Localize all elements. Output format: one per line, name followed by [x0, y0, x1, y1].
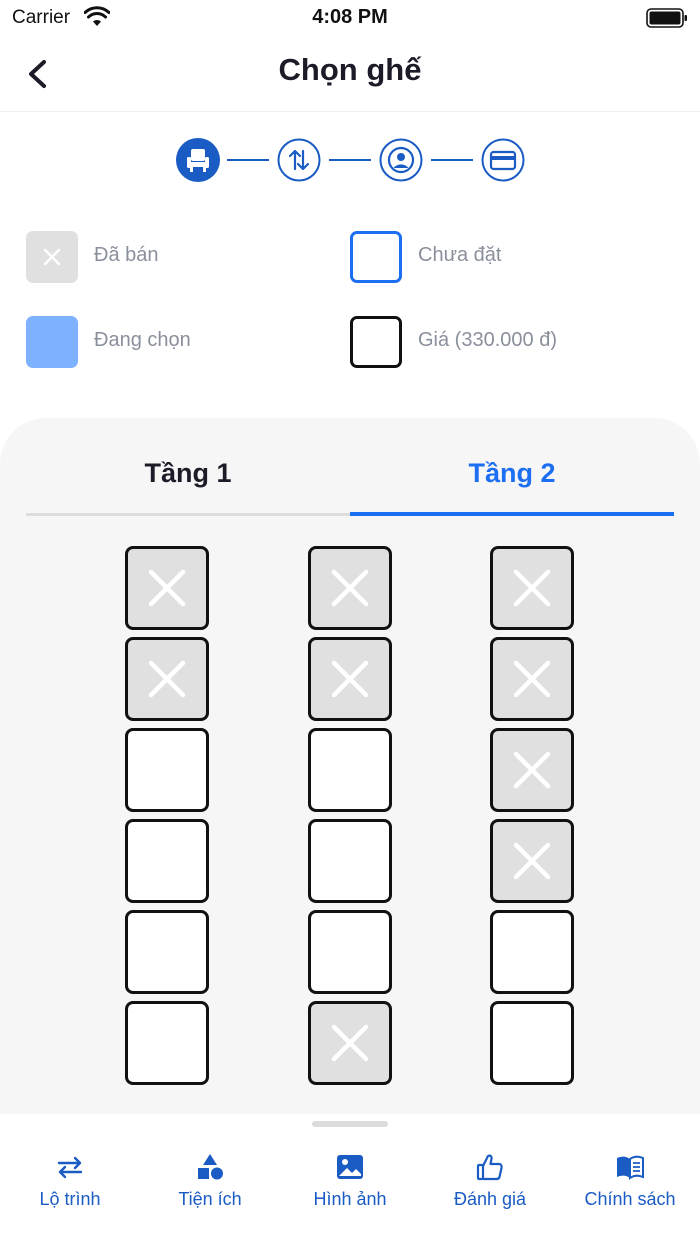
- seat-sold: [490, 546, 574, 630]
- nav-item-route[interactable]: Lộ trình: [0, 1140, 140, 1230]
- seat-sold: [308, 546, 392, 630]
- nav-label: Chính sách: [584, 1189, 676, 1209]
- shapes-icon: [198, 1154, 223, 1180]
- seat-available[interactable]: [125, 819, 209, 903]
- page-title: Chọn ghế: [278, 52, 422, 87]
- status-bar: Carrier 4:08 PM: [0, 0, 700, 36]
- seat-available[interactable]: [308, 819, 392, 903]
- seat-available[interactable]: [125, 728, 209, 812]
- legend-selecting-label: Đang chọn: [94, 329, 191, 351]
- legend-sold-label: Đã bán: [94, 244, 159, 266]
- seat-sold: [125, 637, 209, 721]
- thumbs-up-icon: [476, 1154, 503, 1181]
- seat-sold: [490, 819, 574, 903]
- nav-header: Chọn ghế: [0, 40, 700, 112]
- bottom-nav: Lộ trình Tiện ích Hình ảnh Đánh giá Chín…: [0, 1140, 700, 1244]
- tab-floor-2[interactable]: Tầng 2: [350, 458, 674, 489]
- x-mark-icon: [513, 660, 551, 698]
- stepper-connector: [329, 159, 371, 161]
- tab-active-indicator: [350, 512, 674, 516]
- nav-label: Hình ảnh: [313, 1189, 387, 1209]
- seat-sold: [490, 728, 574, 812]
- status-time: 4:08 PM: [312, 6, 388, 28]
- seat-available[interactable]: [125, 1001, 209, 1085]
- image-icon: [337, 1155, 363, 1179]
- x-mark-icon: [148, 660, 186, 698]
- legend-available-swatch: [350, 231, 402, 283]
- seat-available[interactable]: [125, 910, 209, 994]
- legend-available-label: Chưa đặt: [418, 244, 502, 266]
- seat-sold: [308, 1001, 392, 1085]
- nav-label: Tiện ích: [178, 1189, 242, 1209]
- step-passenger[interactable]: [379, 138, 423, 182]
- x-mark-icon: [513, 751, 551, 789]
- seat-available[interactable]: [308, 728, 392, 812]
- seat-sold: [308, 637, 392, 721]
- seat-icon: [187, 149, 209, 172]
- seat-available[interactable]: [308, 910, 392, 994]
- step-payment[interactable]: [481, 138, 525, 182]
- x-mark-icon: [43, 248, 61, 266]
- seat-sold: [490, 637, 574, 721]
- step-seat[interactable]: [176, 138, 220, 182]
- book-icon: [617, 1155, 644, 1180]
- stepper-connector: [227, 159, 269, 161]
- nav-item-reviews[interactable]: Đánh giá: [420, 1140, 560, 1230]
- swap-vertical-icon: [277, 138, 321, 182]
- seat-sold: [125, 546, 209, 630]
- tab-floor-1[interactable]: Tầng 1: [26, 458, 350, 489]
- credit-card-icon: [481, 138, 525, 182]
- seat-map-panel: Tầng 1 Tầng 2: [0, 418, 700, 1114]
- nav-item-amenities[interactable]: Tiện ích: [140, 1140, 280, 1230]
- seat-available[interactable]: [490, 1001, 574, 1085]
- nav-item-policy[interactable]: Chính sách: [560, 1140, 700, 1230]
- nav-label: Đánh giá: [453, 1189, 527, 1209]
- nav-item-photos[interactable]: Hình ảnh: [280, 1140, 420, 1230]
- route-arrows-icon: [57, 1156, 83, 1179]
- stepper-connector: [431, 159, 473, 161]
- x-mark-icon: [148, 569, 186, 607]
- booking-stepper: [176, 138, 526, 182]
- step-route[interactable]: [277, 138, 321, 182]
- legend-price-swatch: [350, 316, 402, 368]
- user-circle-icon: [379, 138, 423, 182]
- tab-underline: [26, 513, 350, 516]
- legend-sold-swatch: [26, 231, 78, 283]
- legend-selecting-swatch: [26, 316, 78, 368]
- x-mark-icon: [513, 569, 551, 607]
- seat-available[interactable]: [490, 910, 574, 994]
- x-mark-icon: [331, 569, 369, 607]
- sheet-handle[interactable]: [312, 1121, 388, 1127]
- legend-price-label: Giá (330.000 đ): [418, 329, 557, 351]
- x-mark-icon: [331, 1024, 369, 1062]
- x-mark-icon: [513, 842, 551, 880]
- x-mark-icon: [331, 660, 369, 698]
- nav-label: Lộ trình: [39, 1189, 101, 1209]
- battery-icon: [646, 8, 687, 28]
